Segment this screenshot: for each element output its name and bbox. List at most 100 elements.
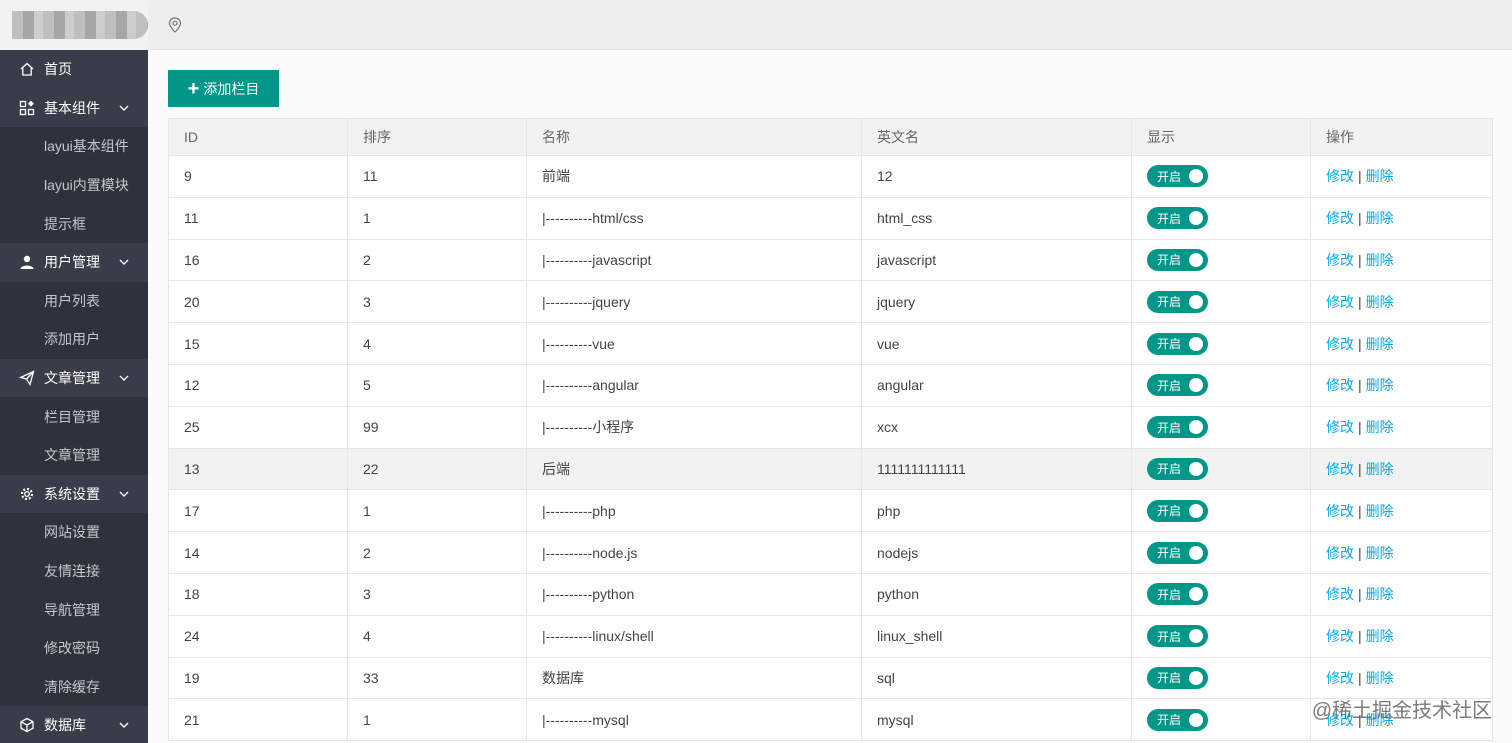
watermark: @稀土掘金技术社区 bbox=[1311, 700, 1492, 722]
action-separator: | bbox=[1358, 544, 1362, 561]
cell-english-name: html_css bbox=[861, 196, 1132, 240]
sidebar-item[interactable]: 添加用户 bbox=[0, 320, 148, 359]
sidebar-item[interactable]: 导航管理 bbox=[0, 590, 148, 629]
edit-link[interactable]: 修改 bbox=[1326, 252, 1354, 268]
show-toggle[interactable]: 开启 bbox=[1147, 541, 1208, 564]
sidebar-item[interactable]: layui内置模块 bbox=[0, 165, 148, 205]
toggle-label: 开启 bbox=[1157, 420, 1182, 435]
show-toggle[interactable]: 开启 bbox=[1147, 416, 1208, 439]
show-toggle[interactable]: 开启 bbox=[1147, 708, 1208, 731]
delete-link[interactable]: 删除 bbox=[1366, 461, 1394, 477]
edit-link[interactable]: 修改 bbox=[1326, 545, 1354, 561]
delete-link[interactable]: 删除 bbox=[1366, 377, 1394, 393]
delete-link[interactable]: 删除 bbox=[1366, 252, 1394, 268]
edit-link[interactable]: 修改 bbox=[1326, 628, 1354, 644]
sidebar-item[interactable]: 修改密码 bbox=[0, 628, 148, 668]
sidebar-item[interactable]: 友情连接 bbox=[0, 551, 148, 591]
cell-show: 开启 bbox=[1131, 280, 1311, 324]
edit-link[interactable]: 修改 bbox=[1326, 503, 1354, 519]
show-toggle[interactable]: 开启 bbox=[1147, 332, 1208, 355]
show-toggle[interactable]: 开启 bbox=[1147, 165, 1208, 188]
show-toggle[interactable]: 开启 bbox=[1147, 374, 1208, 397]
show-toggle[interactable]: 开启 bbox=[1147, 248, 1208, 271]
cell-show: 开启 bbox=[1131, 405, 1311, 449]
cell-id: 13 bbox=[168, 447, 348, 491]
show-toggle[interactable]: 开启 bbox=[1147, 290, 1208, 313]
sidebar-item[interactable]: 用户列表 bbox=[0, 281, 148, 321]
sidebar-group-1[interactable]: 基本组件 bbox=[0, 89, 148, 128]
delete-link[interactable]: 删除 bbox=[1366, 210, 1394, 226]
sidebar-group-4[interactable]: 系统设置 bbox=[0, 475, 148, 514]
toggle-label: 开启 bbox=[1157, 713, 1182, 728]
cell-show: 开启 bbox=[1131, 656, 1311, 700]
table-row: 11 1 |----------html/css html_css 开启 修改 | 删除 bbox=[168, 196, 1493, 240]
action-separator: | bbox=[1358, 210, 1362, 227]
add-column-button[interactable]: + 添加栏目 bbox=[168, 70, 279, 107]
table-row: 18 3 |----------python python 开启 修改 | 删除 bbox=[168, 572, 1493, 616]
delete-link[interactable]: 删除 bbox=[1366, 419, 1394, 435]
table-row: 13 22 后端 1111111111111 开启 修改 | 删除 bbox=[168, 447, 1493, 491]
grid-icon bbox=[18, 99, 36, 117]
show-toggle[interactable]: 开启 bbox=[1147, 499, 1208, 522]
edit-link[interactable]: 修改 bbox=[1326, 670, 1354, 686]
show-toggle[interactable]: 开启 bbox=[1147, 457, 1208, 480]
cell-id: 24 bbox=[168, 614, 348, 658]
delete-link[interactable]: 删除 bbox=[1366, 294, 1394, 310]
cell-id: 15 bbox=[168, 322, 348, 365]
sidebar-group-5[interactable]: 数据库 bbox=[0, 706, 148, 743]
sidebar-item[interactable]: 栏目管理 bbox=[0, 397, 148, 436]
cell-actions: 修改 | 删除 bbox=[1310, 572, 1493, 616]
cell-name: |----------php bbox=[526, 489, 862, 533]
show-toggle[interactable]: 开启 bbox=[1147, 207, 1208, 230]
edit-link[interactable]: 修改 bbox=[1326, 461, 1354, 477]
edit-link[interactable]: 修改 bbox=[1326, 419, 1354, 435]
sidebar-nav: 首页 基本组件 layui基本组件 layui内置模块 提示框 用户管理 用户列表 添加用户文… bbox=[0, 50, 148, 743]
sidebar-group-3[interactable]: 文章管理 bbox=[0, 359, 148, 398]
cell-show: 开启 bbox=[1131, 322, 1311, 365]
edit-link[interactable]: 修改 bbox=[1326, 210, 1354, 226]
delete-link[interactable]: 删除 bbox=[1366, 586, 1394, 602]
edit-link[interactable]: 修改 bbox=[1326, 586, 1354, 602]
delete-link[interactable]: 删除 bbox=[1366, 168, 1394, 184]
toggle-label: 开启 bbox=[1157, 462, 1182, 477]
cell-show: 开启 bbox=[1131, 531, 1311, 574]
cell-actions: 修改 | 删除 bbox=[1310, 155, 1493, 198]
sidebar-item[interactable]: 清除缓存 bbox=[0, 667, 148, 707]
cell-id: 25 bbox=[168, 405, 348, 449]
sidebar-item[interactable]: layui基本组件 bbox=[0, 127, 148, 166]
sidebar-item[interactable]: 文章管理 bbox=[0, 435, 148, 475]
edit-link[interactable]: 修改 bbox=[1326, 377, 1354, 393]
cell-english-name: 12 bbox=[861, 155, 1132, 198]
edit-link[interactable]: 修改 bbox=[1326, 294, 1354, 310]
delete-link[interactable]: 删除 bbox=[1366, 628, 1394, 644]
cell-name: |----------vue bbox=[526, 322, 862, 365]
toggle-knob bbox=[1189, 629, 1203, 644]
sidebar-item[interactable]: 提示框 bbox=[0, 204, 148, 243]
show-toggle[interactable]: 开启 bbox=[1147, 666, 1208, 689]
cell-show: 开启 bbox=[1131, 155, 1311, 198]
map-pin-icon[interactable] bbox=[168, 17, 182, 33]
chevron-down-icon bbox=[119, 491, 129, 497]
cell-sort: 5 bbox=[347, 363, 527, 407]
home-icon bbox=[18, 60, 36, 78]
edit-link[interactable]: 修改 bbox=[1326, 168, 1354, 184]
toggle-knob bbox=[1189, 252, 1203, 267]
cell-name: |----------linux/shell bbox=[526, 614, 862, 658]
sidebar-group-2[interactable]: 用户管理 bbox=[0, 243, 148, 282]
show-toggle[interactable]: 开启 bbox=[1147, 583, 1208, 606]
edit-link[interactable]: 修改 bbox=[1326, 336, 1354, 352]
delete-link[interactable]: 删除 bbox=[1366, 670, 1394, 686]
cube-icon bbox=[18, 716, 36, 734]
toggle-knob bbox=[1189, 211, 1203, 226]
table-row: 24 4 |----------linux/shell linux_shell 开启 修改… bbox=[168, 614, 1493, 658]
cell-english-name: xcx bbox=[861, 405, 1132, 449]
delete-link[interactable]: 删除 bbox=[1366, 336, 1394, 352]
show-toggle[interactable]: 开启 bbox=[1147, 625, 1208, 648]
cell-name: 前端 bbox=[526, 155, 862, 198]
sidebar-item[interactable]: 网站设置 bbox=[0, 513, 148, 552]
table-row: 14 2 |----------node.js nodejs 开启 修改 | 删除 bbox=[168, 531, 1493, 574]
delete-link[interactable]: 删除 bbox=[1366, 503, 1394, 519]
logo[interactable] bbox=[0, 0, 148, 50]
sidebar-group-0[interactable]: 首页 bbox=[0, 50, 148, 89]
delete-link[interactable]: 删除 bbox=[1366, 545, 1394, 561]
